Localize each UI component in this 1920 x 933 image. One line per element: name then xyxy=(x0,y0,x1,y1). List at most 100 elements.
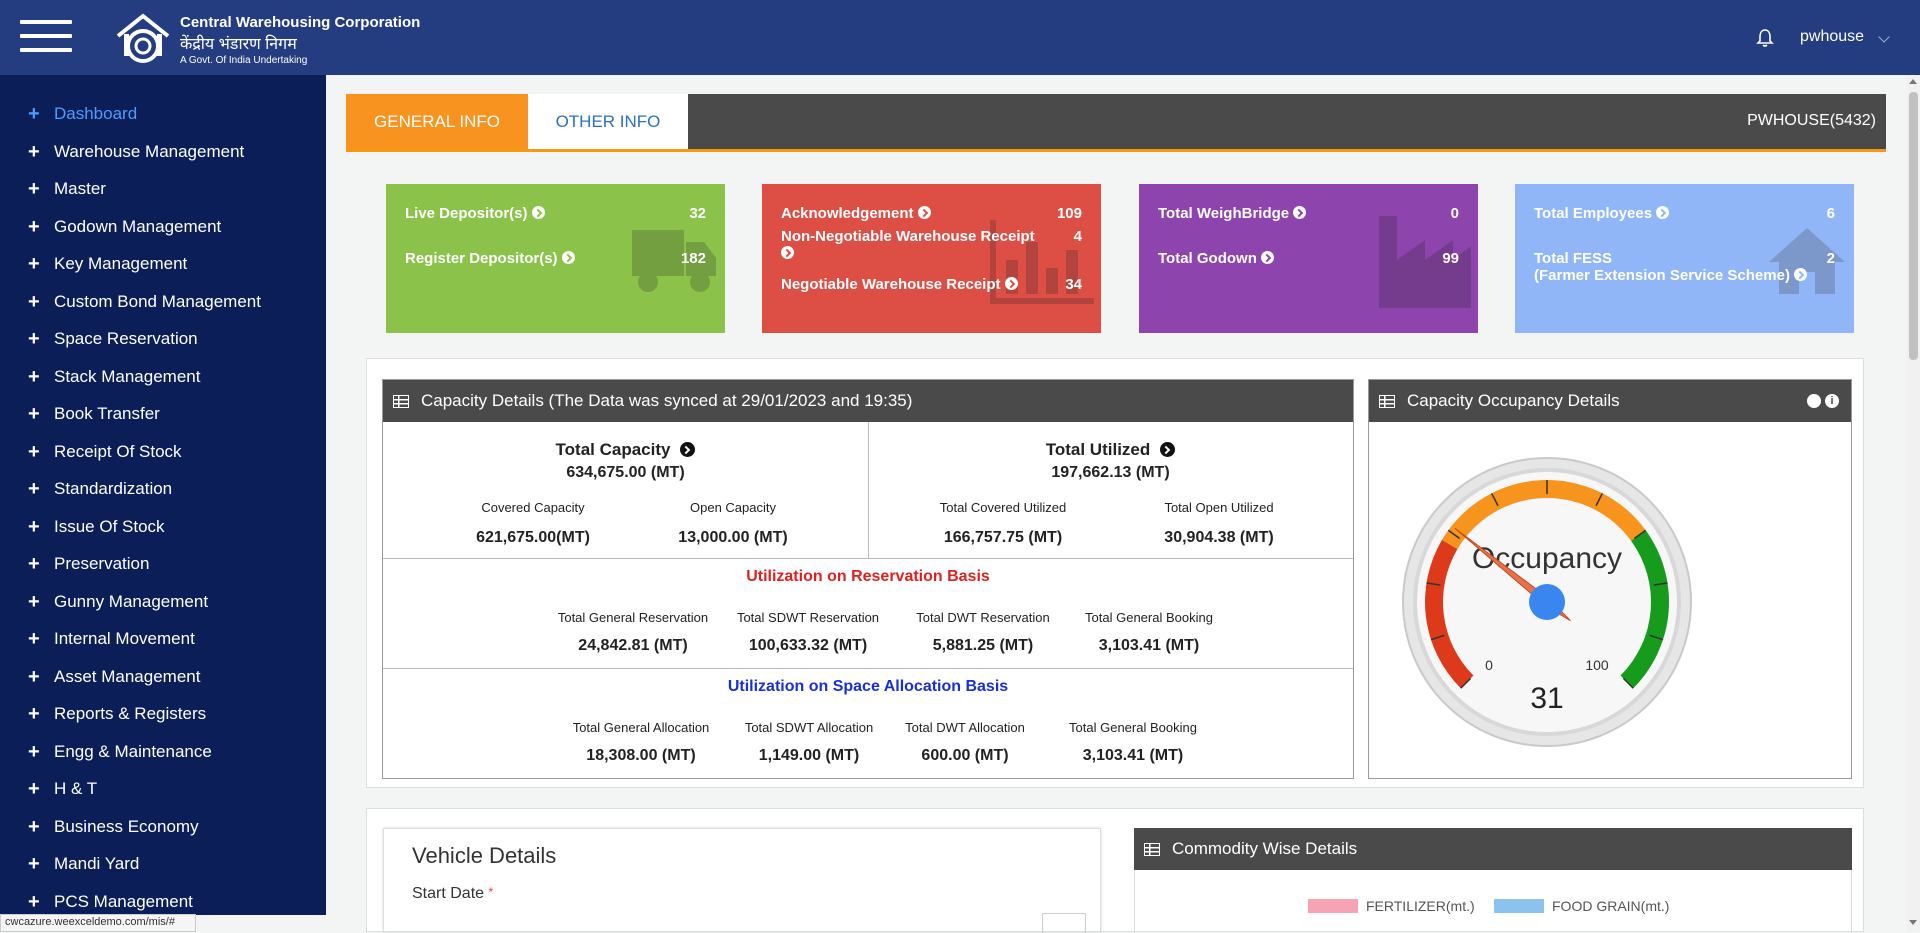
table-icon xyxy=(1379,394,1395,408)
plus-icon: + xyxy=(28,291,40,313)
sidebar-item-pcs-management[interactable]: + PCS Management xyxy=(28,887,193,915)
total-fess-row[interactable]: Total FESS (Farmer Extension Service Sche… xyxy=(1534,250,1835,284)
plus-icon: + xyxy=(28,816,40,838)
sidebar-item-mandi-yard[interactable]: + Mandi Yard xyxy=(28,849,139,879)
sidebar-item-custom-bond-management[interactable]: + Custom Bond Management xyxy=(28,287,261,317)
info-icon[interactable]: i xyxy=(1825,394,1839,408)
bell-icon[interactable] xyxy=(1756,28,1774,48)
scroll-up-icon[interactable] xyxy=(1909,79,1917,84)
total-employees-row[interactable]: Total Employees 6 xyxy=(1534,205,1835,222)
capacity-details-header: Capacity Details (The Data was synced at… xyxy=(383,380,1353,422)
sidebar-item-asset-management[interactable]: + Asset Management xyxy=(28,662,200,692)
covered-utilized-block: Total Covered Utilized 166,757.75 (MT) xyxy=(939,500,1067,546)
sidebar-item-issue-of-stock[interactable]: + Issue Of Stock xyxy=(28,512,165,542)
non-negotiable-receipt-row[interactable]: Non-Negotiable Warehouse Receipt 4 xyxy=(781,228,1082,262)
total-weighbridge-row[interactable]: Total WeighBridge 0 xyxy=(1158,205,1459,222)
plus-icon: + xyxy=(28,253,40,275)
total-godown-row[interactable]: Total Godown 99 xyxy=(1158,250,1459,267)
plus-icon: + xyxy=(28,553,40,575)
allocation-basis-title: Utilization on Space Allocation Basis xyxy=(727,678,1009,695)
total-capacity-block: Total Capacity 634,675.00 (MT) xyxy=(383,440,868,482)
circle-arrow-right-icon[interactable] xyxy=(1807,394,1821,408)
occupancy-header: Capacity Occupancy Details xyxy=(1369,380,1851,422)
chevron-down-icon[interactable] xyxy=(1878,31,1890,43)
sidebar-item-engg-maintenance[interactable]: + Engg & Maintenance xyxy=(28,737,212,767)
plus-icon: + xyxy=(28,628,40,650)
sidebar-item-key-management[interactable]: + Key Management xyxy=(28,249,187,279)
circle-arrow-right-icon[interactable] xyxy=(781,246,794,259)
tab-other-info[interactable]: OTHER INFO xyxy=(528,94,688,149)
circle-arrow-right-icon[interactable] xyxy=(1793,268,1807,281)
sidebar-item-book-transfer[interactable]: + Book Transfer xyxy=(28,399,160,429)
legend-food-grain[interactable]: FOOD GRAIN(mt.) xyxy=(1494,898,1669,914)
circle-arrow-right-icon[interactable] xyxy=(1160,442,1176,457)
circle-arrow-right-icon[interactable] xyxy=(1260,251,1274,264)
sidebar-item-h-and-t[interactable]: + H & T xyxy=(28,774,97,804)
sidebar: + Dashboard + Warehouse Management + Master… xyxy=(0,75,326,915)
sidebar-item-reports-registers[interactable]: + Reports & Registers xyxy=(28,699,206,729)
plus-icon: + xyxy=(28,853,40,875)
live-depositors-row[interactable]: Live Depositor(s) 32 xyxy=(405,205,706,222)
gauge-min-label: 0 xyxy=(1485,657,1493,673)
circle-arrow-right-icon[interactable] xyxy=(531,206,545,219)
start-date-input[interactable] xyxy=(1042,913,1086,933)
open-utilized-block: Total Open Utilized 30,904.38 (MT) xyxy=(1164,500,1274,546)
circle-arrow-right-icon[interactable] xyxy=(561,251,575,264)
user-menu[interactable]: pwhouse xyxy=(1800,28,1864,46)
commodity-chart-area xyxy=(1134,870,1852,932)
employees-card: Total Employees 6 Total FESS (Farmer Exte… xyxy=(1515,184,1854,333)
plus-icon: + xyxy=(28,366,40,388)
covered-capacity-block: Covered Capacity 621,675.00(MT) xyxy=(476,500,590,546)
allocation-item: Total General Allocation 18,308.00 (MT) xyxy=(572,720,710,764)
plus-icon: + xyxy=(28,741,40,763)
sidebar-item-warehouse-management[interactable]: + Warehouse Management xyxy=(28,137,244,167)
allocation-item: Total SDWT Allocation 1,149.00 (MT) xyxy=(744,720,874,764)
legend-swatch xyxy=(1494,899,1544,913)
plus-icon: + xyxy=(28,141,40,163)
sidebar-item-space-reservation[interactable]: + Space Reservation xyxy=(28,324,198,354)
sidebar-item-standardization[interactable]: + Standardization xyxy=(28,474,172,504)
tab-general-info[interactable]: GENERAL INFO xyxy=(346,94,528,149)
reservation-item: Total General Reservation 24,842.81 (MT) xyxy=(557,610,709,654)
sidebar-item-godown-management[interactable]: + Godown Management xyxy=(28,212,221,242)
register-depositors-row[interactable]: Register Depositor(s) 182 xyxy=(405,250,706,267)
circle-arrow-right-icon[interactable] xyxy=(917,206,931,219)
capacity-details-panel: Capacity Details (The Data was synced at… xyxy=(382,379,1354,779)
reservation-basis-title: Utilization on Reservation Basis xyxy=(746,568,990,585)
circle-arrow-right-icon[interactable] xyxy=(680,442,696,457)
plus-icon: + xyxy=(28,778,40,800)
plus-icon: + xyxy=(28,103,40,125)
sidebar-item-preservation[interactable]: + Preservation xyxy=(28,549,149,579)
legend-fertilizer[interactable]: FERTILIZER(mt.) xyxy=(1308,898,1475,914)
gauge-max-label: 100 xyxy=(1585,657,1609,673)
sidebar-item-gunny-management[interactable]: + Gunny Management xyxy=(28,587,208,617)
reservation-item: Total SDWT Reservation 100,633.32 (MT) xyxy=(736,610,880,654)
sidebar-item-master[interactable]: + Master xyxy=(28,174,106,204)
plus-icon: + xyxy=(28,591,40,613)
scrollbar-thumb[interactable] xyxy=(1909,92,1918,360)
org-name-hi: केंद्रीय भंडारण निगम xyxy=(180,36,297,53)
gauge-value: 31 xyxy=(1530,682,1563,715)
negotiable-receipt-row[interactable]: Negotiable Warehouse Receipt 34 xyxy=(781,276,1082,293)
total-utilized-block: Total Utilized 197,662.13 (MT) xyxy=(868,440,1353,482)
legend-swatch xyxy=(1308,899,1358,913)
divider xyxy=(383,668,1353,669)
start-date-label: Start Date * xyxy=(412,885,494,902)
plus-icon: + xyxy=(28,403,40,425)
cwc-logo-icon xyxy=(116,13,170,63)
sidebar-item-dashboard[interactable]: + Dashboard xyxy=(28,99,137,129)
sidebar-item-business-economy[interactable]: + Business Economy xyxy=(28,812,199,842)
menu-toggle-icon[interactable] xyxy=(20,20,72,54)
acknowledgement-row[interactable]: Acknowledgement 109 xyxy=(781,205,1082,222)
sidebar-item-stack-management[interactable]: + Stack Management xyxy=(28,362,200,392)
sidebar-item-internal-movement[interactable]: + Internal Movement xyxy=(28,624,195,654)
gauge-hub xyxy=(1529,584,1565,620)
allocation-item: Total General Booking 3,103.41 (MT) xyxy=(1069,720,1197,764)
commodity-header: Commodity Wise Details xyxy=(1134,828,1852,870)
circle-arrow-right-icon[interactable] xyxy=(1004,277,1018,290)
circle-arrow-right-icon[interactable] xyxy=(1293,206,1307,219)
sidebar-item-receipt-of-stock[interactable]: + Receipt Of Stock xyxy=(28,437,182,467)
scroll-down-icon[interactable] xyxy=(1909,920,1917,925)
circle-arrow-right-icon[interactable] xyxy=(1656,206,1670,219)
open-capacity-block: Open Capacity 13,000.00 (MT) xyxy=(678,500,788,546)
